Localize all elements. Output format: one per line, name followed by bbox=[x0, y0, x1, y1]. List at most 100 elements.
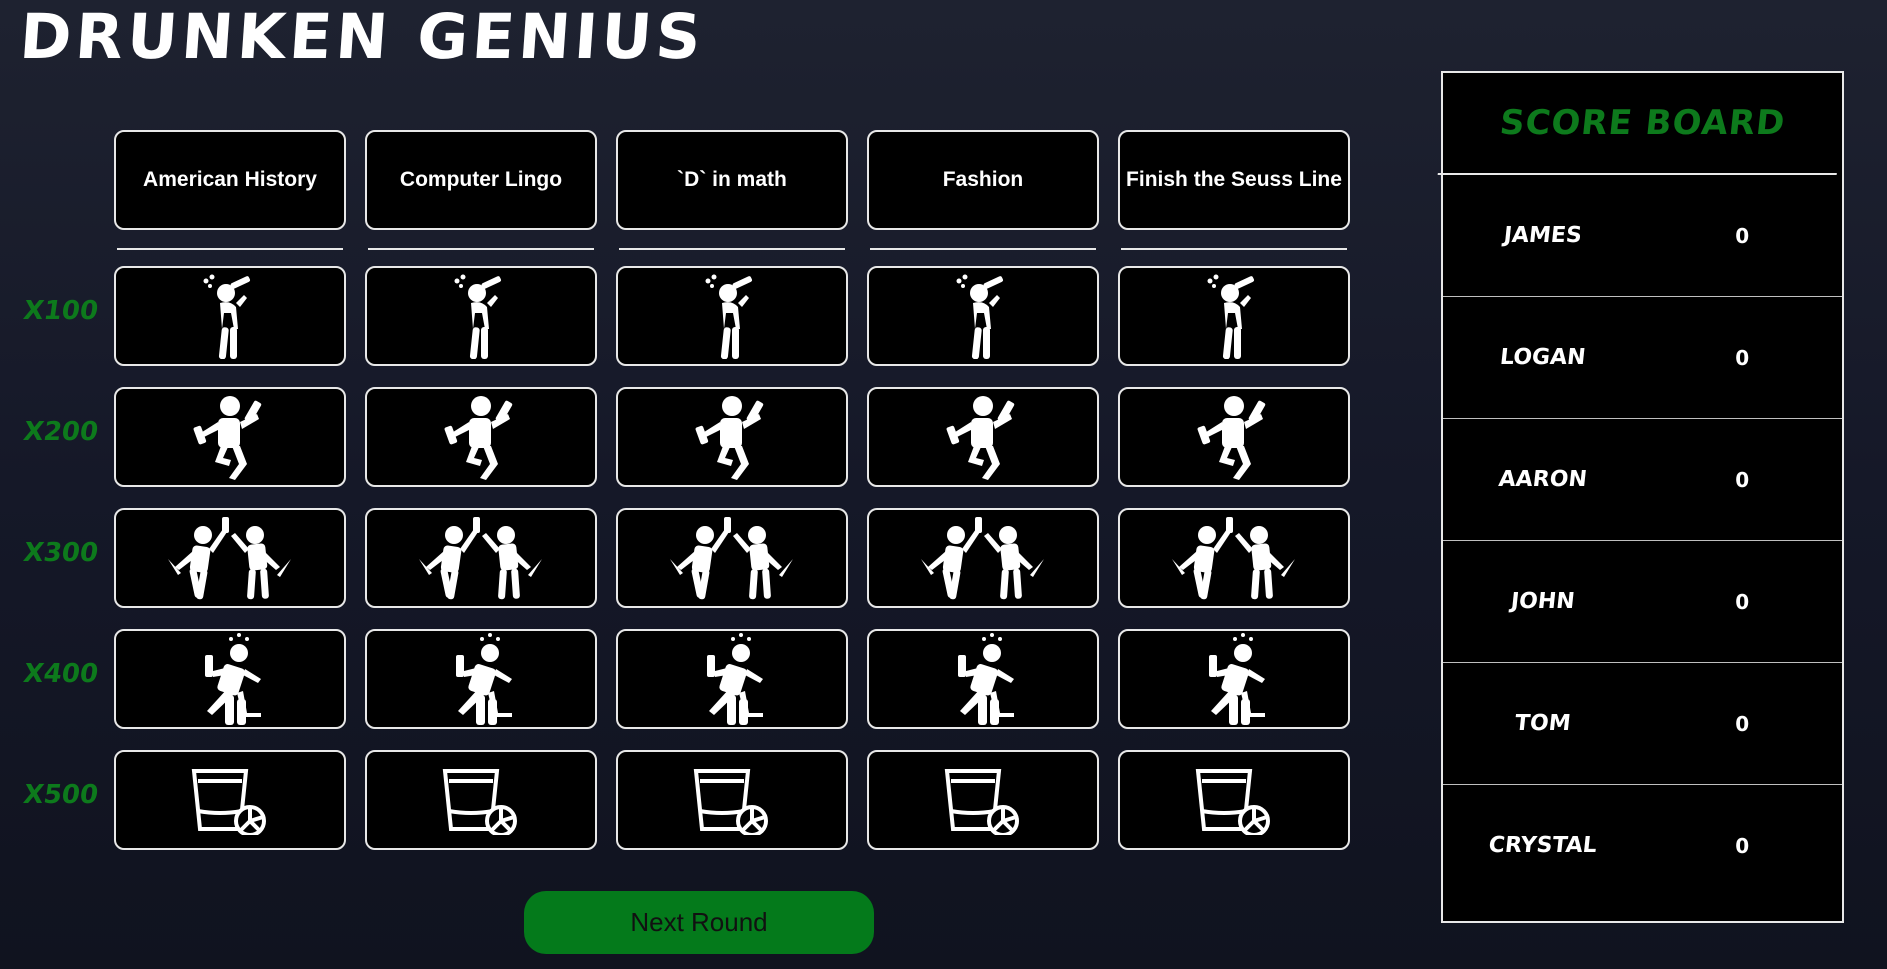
player-name: Crystal bbox=[1487, 833, 1599, 858]
value-row: x100 bbox=[22, 266, 1350, 366]
row-value-label: x500 bbox=[21, 780, 101, 810]
stumbling-drunk-icon bbox=[436, 631, 526, 727]
question-tile[interactable] bbox=[365, 266, 597, 366]
shot-glass-lime-icon bbox=[441, 765, 521, 835]
shot-glass-lime-icon bbox=[1194, 765, 1274, 835]
value-row: x300 bbox=[22, 508, 1350, 608]
scoreboard-row: Aaron 0 bbox=[1443, 419, 1842, 541]
drinking-person-icon bbox=[451, 273, 511, 359]
question-tile[interactable] bbox=[365, 387, 597, 487]
category-row: American History Computer Lingo `D` in m… bbox=[114, 130, 1350, 230]
question-tile[interactable] bbox=[867, 508, 1099, 608]
divider bbox=[1121, 248, 1347, 250]
app-title: Drunken Genius bbox=[17, 0, 708, 73]
drinking-person-icon bbox=[702, 273, 762, 359]
player-name: James bbox=[1502, 223, 1584, 248]
two-people-toasting-icon bbox=[165, 515, 295, 601]
category-label: Computer Lingo bbox=[399, 168, 563, 191]
dancing-person-icon bbox=[938, 394, 1028, 480]
scoreboard-row: James 0 bbox=[1443, 175, 1842, 297]
question-tile[interactable] bbox=[867, 629, 1099, 729]
drinking-person-icon bbox=[953, 273, 1013, 359]
player-score: 0 bbox=[1735, 711, 1750, 736]
question-tile[interactable] bbox=[616, 266, 848, 366]
divider bbox=[870, 248, 1096, 250]
question-tile[interactable] bbox=[365, 750, 597, 850]
row-value-label: x100 bbox=[21, 296, 101, 326]
scoreboard-title: Score Board bbox=[1437, 73, 1848, 175]
shot-glass-lime-icon bbox=[943, 765, 1023, 835]
row-value-label: x400 bbox=[21, 659, 101, 689]
question-tile[interactable] bbox=[1118, 387, 1350, 487]
question-tile[interactable] bbox=[616, 508, 848, 608]
question-tile[interactable] bbox=[365, 629, 597, 729]
drinking-person-icon bbox=[200, 273, 260, 359]
question-tile[interactable] bbox=[114, 629, 346, 729]
question-tile[interactable] bbox=[114, 508, 346, 608]
drinking-person-icon bbox=[1204, 273, 1264, 359]
header-dividers bbox=[114, 248, 1350, 250]
row-value-label: x200 bbox=[21, 417, 101, 447]
category-header: Finish the Seuss Line bbox=[1118, 130, 1350, 230]
question-tile[interactable] bbox=[365, 508, 597, 608]
category-label: Fashion bbox=[942, 168, 1024, 191]
scoreboard-row: Logan 0 bbox=[1443, 297, 1842, 419]
shot-glass-lime-icon bbox=[190, 765, 270, 835]
row-value-label: x300 bbox=[21, 538, 101, 568]
player-score: 0 bbox=[1735, 345, 1750, 370]
two-people-toasting-icon bbox=[667, 515, 797, 601]
two-people-toasting-icon bbox=[1169, 515, 1299, 601]
dancing-person-icon bbox=[185, 394, 275, 480]
stumbling-drunk-icon bbox=[1189, 631, 1279, 727]
two-people-toasting-icon bbox=[918, 515, 1048, 601]
player-name: Tom bbox=[1513, 711, 1572, 736]
stumbling-drunk-icon bbox=[938, 631, 1028, 727]
category-header: Computer Lingo bbox=[365, 130, 597, 230]
question-tile[interactable] bbox=[1118, 629, 1350, 729]
two-people-toasting-icon bbox=[416, 515, 546, 601]
scoreboard-row: Crystal 0 bbox=[1443, 785, 1842, 906]
shot-glass-lime-icon bbox=[692, 765, 772, 835]
category-label: American History bbox=[143, 168, 317, 191]
next-round-button[interactable]: Next Round bbox=[524, 891, 874, 954]
dancing-person-icon bbox=[436, 394, 526, 480]
question-tile[interactable] bbox=[114, 266, 346, 366]
question-tile[interactable] bbox=[616, 750, 848, 850]
category-label: Finish the Seuss Line bbox=[1126, 168, 1342, 191]
question-tile[interactable] bbox=[1118, 508, 1350, 608]
question-tile[interactable] bbox=[616, 629, 848, 729]
category-label: `D` in math bbox=[677, 168, 787, 191]
dancing-person-icon bbox=[1189, 394, 1279, 480]
scoreboard-row: Tom 0 bbox=[1443, 663, 1842, 785]
player-name: John bbox=[1509, 589, 1576, 614]
question-tile[interactable] bbox=[616, 387, 848, 487]
dancing-person-icon bbox=[687, 394, 777, 480]
divider bbox=[368, 248, 594, 250]
player-name: Logan bbox=[1498, 345, 1587, 370]
question-tile[interactable] bbox=[867, 387, 1099, 487]
category-header: Fashion bbox=[867, 130, 1099, 230]
question-tile[interactable] bbox=[1118, 750, 1350, 850]
category-header: `D` in math bbox=[616, 130, 848, 230]
value-row: x500 bbox=[22, 750, 1350, 850]
question-tile[interactable] bbox=[867, 750, 1099, 850]
player-score: 0 bbox=[1735, 223, 1750, 248]
player-score: 0 bbox=[1735, 833, 1750, 858]
scoreboard-row: John 0 bbox=[1443, 541, 1842, 663]
player-name: Aaron bbox=[1497, 467, 1589, 492]
stumbling-drunk-icon bbox=[185, 631, 275, 727]
value-row: x200 bbox=[22, 387, 1350, 487]
player-score: 0 bbox=[1735, 589, 1750, 614]
stumbling-drunk-icon bbox=[687, 631, 777, 727]
category-header: American History bbox=[114, 130, 346, 230]
question-tile[interactable] bbox=[114, 750, 346, 850]
player-score: 0 bbox=[1735, 467, 1750, 492]
question-tile[interactable] bbox=[867, 266, 1099, 366]
divider bbox=[117, 248, 343, 250]
game-board: American History Computer Lingo `D` in m… bbox=[22, 130, 1350, 871]
divider bbox=[619, 248, 845, 250]
value-row: x400 bbox=[22, 629, 1350, 729]
question-tile[interactable] bbox=[1118, 266, 1350, 366]
question-tile[interactable] bbox=[114, 387, 346, 487]
scoreboard: Score Board James 0 Logan 0 Aaron 0 John 0 Tom 0 C… bbox=[1437, 71, 1848, 923]
